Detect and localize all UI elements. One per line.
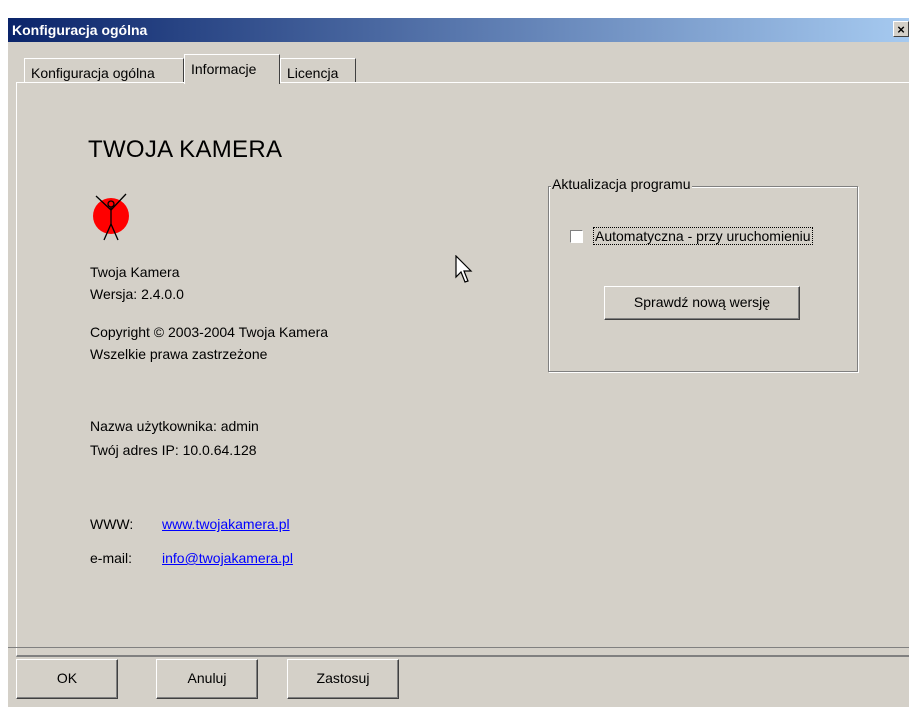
close-icon: × [897,22,905,37]
ok-button[interactable]: OK [16,659,118,699]
check-new-version-button[interactable]: Sprawdź nową wersję [604,286,800,320]
ok-label: OK [56,670,78,686]
title-bar[interactable]: Konfiguracja ogólna × [8,18,909,42]
update-group-title: Aktualizacja programu [551,176,692,192]
www-label: WWW: [90,516,134,532]
update-groupbox [548,186,858,372]
cancel-label: Anuluj [187,670,227,686]
copyright-text: Copyright © 2003-2004 Twoja Kamera [90,324,329,340]
ip-address-text: Twój adres IP: 10.0.64.128 [90,442,257,458]
username-text: Nazwa użytkownika: admin [90,418,259,434]
dialog-window: Konfiguracja ogólna × Konfiguracja ogóln… [8,18,909,707]
check-new-version-label: Sprawdź nową wersję [633,294,771,310]
tab-konfiguracja-ogolna[interactable]: Konfiguracja ogólna [24,58,184,82]
tab-label: Konfiguracja ogólna [31,65,155,81]
auto-update-checkbox[interactable] [570,230,583,243]
tab-label: Informacje [191,61,257,77]
app-title: TWOJA KAMERA [88,136,283,163]
close-button[interactable]: × [893,21,909,37]
version-text: Wersja: 2.4.0.0 [90,286,184,302]
cancel-button[interactable]: Anuluj [156,659,258,699]
footer-divider [8,647,909,648]
tab-informacje[interactable]: Informacje [184,54,280,84]
stick-figure-red-circle-icon [93,193,129,241]
tab-licencja[interactable]: Licencja [280,58,356,82]
mouse-pointer-icon [455,255,473,283]
tab-label: Licencja [287,65,339,81]
rights-text: Wszelkie prawa zastrzeżone [90,346,268,362]
www-link[interactable]: www.twojakamera.pl [162,516,290,532]
product-name: Twoja Kamera [90,264,180,280]
apply-button[interactable]: Zastosuj [287,659,399,699]
email-link[interactable]: info@twojakamera.pl [162,550,293,566]
email-label: e-mail: [90,550,133,566]
apply-label: Zastosuj [316,670,370,686]
auto-update-label[interactable]: Automatyczna - przy uruchomieniu [593,227,813,245]
window-title: Konfiguracja ogólna [12,22,148,38]
